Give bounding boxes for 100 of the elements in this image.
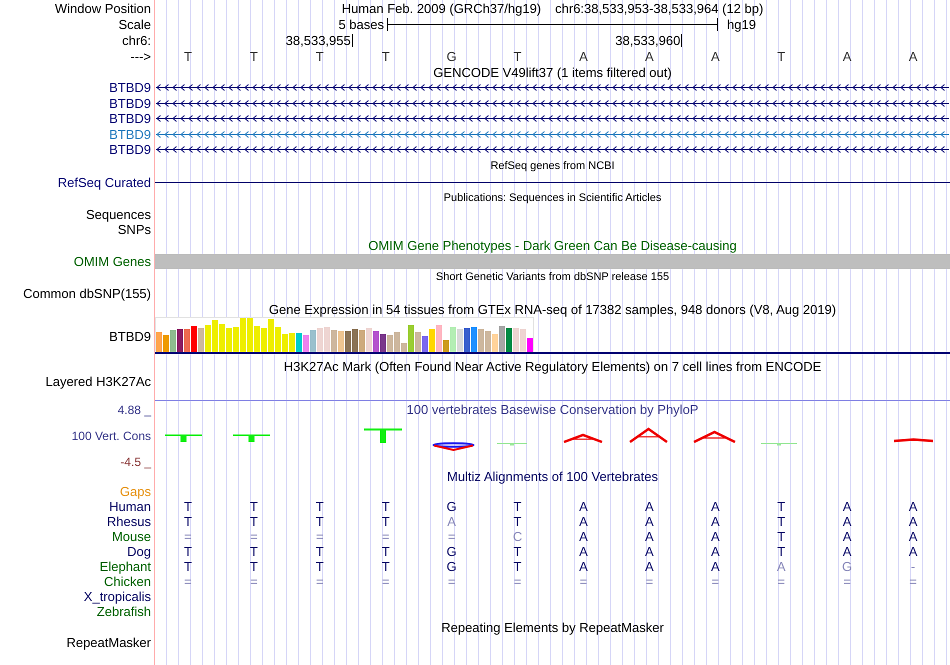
expression-bar[interactable] (268, 319, 274, 352)
gene-label[interactable]: BTBD9 (109, 96, 151, 110)
aligned-base: A (579, 560, 588, 573)
expression-bar[interactable] (156, 332, 162, 352)
gene-label[interactable]: BTBD9 (109, 81, 151, 94)
expression-bar[interactable] (408, 325, 414, 352)
track-label[interactable]: RepeatMasker (66, 636, 151, 649)
expression-bar[interactable] (233, 327, 239, 352)
expression-bar[interactable] (429, 329, 435, 352)
track-title: Multiz Alignments of 100 Vertebrates (446, 470, 658, 483)
expression-bar[interactable] (275, 327, 281, 352)
expression-bar[interactable] (338, 331, 344, 352)
assembly-title: Human Feb. 2009 (GRCh37/hg19) (342, 2, 542, 14)
expression-bar[interactable] (170, 330, 176, 352)
expression-bar[interactable] (457, 329, 463, 352)
expression-bar[interactable] (163, 335, 169, 352)
species-label[interactable]: Zebrafish (96, 605, 151, 618)
expression-bar[interactable] (520, 329, 526, 352)
expression-bar[interactable] (359, 330, 365, 352)
expression-bar[interactable] (198, 328, 204, 352)
aligned-base: = (250, 575, 258, 588)
expression-bar[interactable] (527, 338, 533, 352)
aligned-base: A (710, 545, 720, 558)
expression-bar[interactable] (366, 328, 372, 352)
species-label[interactable]: Mouse (112, 530, 151, 543)
gene-label[interactable]: BTBD9 (109, 128, 151, 141)
gene-label[interactable]: BTBD9 (109, 112, 151, 126)
expression-bar[interactable] (282, 334, 288, 352)
t-shaped-mark (761, 443, 797, 446)
expression-bar[interactable] (205, 325, 211, 352)
track-label[interactable]: BTBD9 (109, 330, 151, 343)
expression-bar[interactable] (310, 330, 316, 352)
base-letter: T (382, 50, 390, 62)
expression-bar[interactable] (380, 334, 386, 352)
gene-line[interactable] (155, 182, 950, 184)
expression-bar[interactable] (296, 333, 302, 352)
expression-bar[interactable] (401, 343, 407, 352)
track-label[interactable]: Layered H3K27Ac (45, 375, 151, 388)
aligned-base: T (777, 500, 786, 513)
expression-bar[interactable] (513, 328, 519, 352)
expression-bar[interactable] (471, 327, 477, 352)
aligned-base: = (448, 530, 456, 543)
expression-bar[interactable] (324, 327, 330, 352)
species-label[interactable]: X_tropicalis (84, 590, 151, 603)
expression-bar[interactable] (394, 332, 400, 352)
expression-bar[interactable] (247, 318, 253, 352)
expression-bar[interactable] (485, 331, 491, 352)
expression-bar[interactable] (352, 329, 358, 352)
expression-bar[interactable] (219, 324, 225, 352)
gene-label[interactable]: BTBD9 (109, 143, 151, 156)
track-label: ---> (130, 50, 151, 62)
omim-bar[interactable] (155, 254, 950, 268)
expression-bar[interactable] (499, 326, 505, 352)
expression-bar[interactable] (443, 340, 449, 352)
expression-bar[interactable] (226, 328, 232, 352)
species-label[interactable]: Dog (127, 545, 151, 558)
expression-bar[interactable] (254, 326, 260, 352)
expression-bar[interactable] (422, 336, 428, 352)
expression-bar[interactable] (373, 331, 379, 352)
aligned-base: = (777, 575, 785, 588)
expression-bar[interactable] (506, 328, 512, 352)
a-shaped-mark (564, 434, 602, 444)
expression-bar[interactable] (387, 335, 393, 352)
chevron-mark (434, 444, 474, 452)
track-label[interactable]: Common dbSNP(155) (23, 286, 151, 300)
expression-bar[interactable] (177, 329, 183, 352)
species-label[interactable]: Rhesus (106, 515, 151, 528)
expression-bar[interactable] (212, 320, 218, 352)
aligned-base: = (250, 530, 258, 543)
species-label[interactable]: Human (109, 500, 151, 513)
expression-bar[interactable] (331, 330, 337, 352)
track-label[interactable]: OMIM Genes (74, 254, 151, 268)
species-label[interactable]: Elephant (100, 560, 151, 573)
expression-bar[interactable] (436, 325, 442, 352)
aligned-base: = (316, 530, 324, 543)
species-label[interactable]: Chicken (104, 575, 151, 588)
expression-bar[interactable] (240, 318, 246, 352)
expression-bar[interactable] (303, 335, 309, 352)
aligned-base: = (316, 575, 324, 588)
base-letter: A (579, 50, 588, 62)
expression-bar[interactable] (415, 332, 421, 352)
aligned-base: = (184, 575, 192, 588)
assembly-name: hg19 (726, 18, 756, 30)
expression-bar[interactable] (492, 334, 498, 352)
t-shaped-mark (364, 428, 402, 443)
expression-bar[interactable] (478, 329, 484, 352)
expression-bar[interactable] (450, 327, 456, 352)
track-label[interactable]: 100 Vert. Cons (72, 430, 151, 442)
expression-bar[interactable] (289, 333, 295, 352)
expression-bar[interactable] (184, 329, 190, 352)
expression-bar[interactable] (191, 326, 197, 352)
track-label[interactable]: Sequences (86, 208, 151, 221)
track-label[interactable]: RefSeq Curated (58, 176, 151, 189)
aligned-base: C (512, 530, 522, 543)
track-label[interactable]: SNPs (118, 223, 151, 236)
expression-bar[interactable] (464, 328, 470, 352)
expression-bar[interactable] (261, 328, 267, 352)
expression-bar[interactable] (345, 331, 351, 352)
expression-bar[interactable] (317, 328, 323, 352)
track-title: Short Genetic Variants from dbSNP release 155 (436, 272, 670, 282)
